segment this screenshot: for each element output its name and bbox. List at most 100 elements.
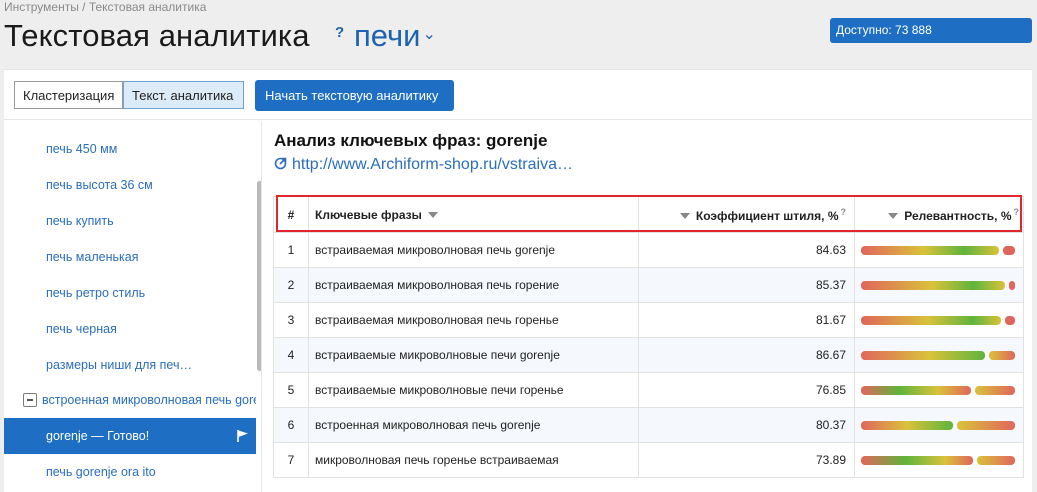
sort-icon[interactable] bbox=[679, 213, 690, 220]
row-number: 5 bbox=[273, 372, 309, 408]
main-panel: Кластеризация Текст. аналитика Начать те… bbox=[4, 69, 1032, 492]
row-phrase: микроволновая печь горенье встраиваемая bbox=[308, 442, 639, 478]
external-link-icon bbox=[274, 157, 287, 170]
help-icon[interactable]: ? bbox=[841, 207, 847, 217]
table-row[interactable]: 5 встраиваемые микроволновые печи горенье… bbox=[273, 372, 1024, 408]
help-icon[interactable]: ? bbox=[335, 24, 344, 41]
relevance-bar-segment bbox=[861, 316, 1001, 326]
row-coefficient: 81.67 bbox=[638, 302, 855, 338]
row-phrase: встраиваемая микроволновая печь gorenje bbox=[308, 232, 639, 268]
row-number: 2 bbox=[273, 267, 309, 303]
analysis-url-link[interactable]: http://www.Archiform-shop.ru/vstraiva… bbox=[274, 156, 573, 174]
sidebar-group[interactable]: встроенная микроволновая печь gorenje bbox=[4, 382, 256, 418]
sort-icon[interactable] bbox=[888, 213, 899, 220]
relevance-bar bbox=[861, 418, 1017, 432]
column-phrase[interactable]: Ключевые фразы bbox=[308, 196, 639, 233]
relevance-bar bbox=[861, 383, 1017, 397]
row-number: 7 bbox=[273, 442, 309, 478]
flag-icon bbox=[237, 430, 248, 442]
row-coefficient: 86.67 bbox=[638, 337, 855, 373]
relevance-bar-segment bbox=[861, 456, 973, 466]
project-name: печи bbox=[354, 18, 421, 53]
start-text-analytics-button[interactable]: Начать текстовую аналитику bbox=[255, 80, 454, 111]
sidebar-item[interactable]: печь 450 мм bbox=[4, 131, 256, 167]
row-phrase: встраиваемые микроволновые печи gorenje bbox=[308, 337, 639, 373]
analysis-content: Анализ ключевых фраз: gorenje http://www… bbox=[273, 121, 1025, 492]
row-phrase: встроенная микроволновая печь gorenje bbox=[308, 407, 639, 443]
sidebar-item[interactable]: размеры ниши для печ… bbox=[4, 347, 256, 383]
row-relevance bbox=[854, 267, 1024, 303]
page-title: Текстовая аналитика bbox=[4, 18, 310, 53]
relevance-bar-segment bbox=[861, 386, 971, 396]
row-relevance bbox=[854, 337, 1024, 373]
relevance-bar-segment bbox=[957, 421, 1015, 431]
row-phrase: встраиваемая микроволновая печь горение bbox=[308, 267, 639, 303]
project-selector[interactable]: печи ⌄ bbox=[354, 18, 436, 54]
relevance-bar bbox=[861, 348, 1017, 362]
sidebar-item[interactable]: печь маленькая bbox=[4, 239, 256, 275]
relevance-bar bbox=[861, 453, 1017, 467]
column-phrase-label: Ключевые фразы bbox=[315, 207, 422, 222]
breadcrumb[interactable]: Инструменты / Текстовая аналитика bbox=[4, 0, 206, 14]
column-coefficient[interactable]: Коэффициент штиля, %? bbox=[638, 196, 855, 233]
row-coefficient: 80.37 bbox=[638, 407, 855, 443]
chevron-down-icon: ⌄ bbox=[422, 25, 436, 43]
relevance-bar-segment bbox=[975, 386, 1015, 396]
available-balance-badge: Доступно: 73 888 bbox=[830, 18, 1032, 43]
sidebar: печь 450 мм печь высота 36 см печь купит… bbox=[4, 121, 262, 492]
column-relevance-label: Релевантность, % bbox=[904, 208, 1012, 223]
sidebar-item[interactable]: печь gorenje ora ito bbox=[4, 454, 256, 490]
analysis-url: http://www.Archiform-shop.ru/vstraiva… bbox=[292, 156, 573, 173]
sort-icon[interactable] bbox=[427, 212, 438, 219]
sidebar-group-label: встроенная микроволновая печь gorenje bbox=[42, 393, 256, 407]
table-header: # Ключевые фразы Коэффициент штиля, %? Р… bbox=[273, 196, 1024, 233]
relevance-bar bbox=[861, 243, 1017, 257]
toolbar: Кластеризация Текст. аналитика Начать те… bbox=[4, 70, 1032, 120]
analysis-title: Анализ ключевых фраз: gorenje bbox=[274, 131, 548, 150]
sidebar-item[interactable]: печь черная bbox=[4, 311, 256, 347]
table-row[interactable]: 4 встраиваемые микроволновые печи gorenje… bbox=[273, 337, 1024, 373]
sidebar-scrollbar[interactable] bbox=[257, 181, 261, 371]
relevance-bar-segment bbox=[1003, 246, 1015, 256]
column-number: # bbox=[273, 196, 309, 233]
relevance-bar-segment bbox=[977, 456, 1015, 466]
row-relevance bbox=[854, 442, 1024, 478]
table-row[interactable]: 2 встраиваемая микроволновая печь горение… bbox=[273, 267, 1024, 303]
relevance-bar-segment bbox=[989, 351, 1015, 361]
sidebar-item-active[interactable]: gorenje — Готово! bbox=[4, 418, 256, 454]
relevance-bar-segment bbox=[1005, 316, 1015, 326]
row-coefficient: 84.63 bbox=[638, 232, 855, 268]
sidebar-item[interactable]: печь ретро стиль bbox=[4, 275, 256, 311]
sidebar-item[interactable]: печь купить bbox=[4, 203, 256, 239]
row-phrase: встраиваемая микроволновая печь горенье bbox=[308, 302, 639, 338]
row-number: 1 bbox=[273, 232, 309, 268]
relevance-bar bbox=[861, 313, 1017, 327]
sidebar-item[interactable]: печь высота 36 см bbox=[4, 167, 256, 203]
tab-clustering[interactable]: Кластеризация bbox=[14, 81, 123, 109]
relevance-bar-segment bbox=[861, 351, 985, 361]
row-coefficient: 76.85 bbox=[638, 372, 855, 408]
table-row[interactable]: 7 микроволновая печь горенье встраиваемая… bbox=[273, 442, 1024, 478]
row-relevance bbox=[854, 232, 1024, 268]
relevance-bar-segment bbox=[861, 246, 999, 256]
keyphrase-table: # Ключевые фразы Коэффициент штиля, %? Р… bbox=[273, 196, 1024, 478]
relevance-bar-segment bbox=[861, 421, 953, 431]
tab-text-analytics[interactable]: Текст. аналитика bbox=[123, 81, 244, 109]
row-number: 3 bbox=[273, 302, 309, 338]
table-row[interactable]: 3 встраиваемая микроволновая печь горенье… bbox=[273, 302, 1024, 338]
relevance-bar-segment bbox=[861, 281, 1005, 291]
row-number: 6 bbox=[273, 407, 309, 443]
row-coefficient: 85.37 bbox=[638, 267, 855, 303]
column-coefficient-label: Коэффициент штиля, % bbox=[695, 208, 839, 223]
table-row[interactable]: 1 встраиваемая микроволновая печь gorenje… bbox=[273, 232, 1024, 268]
relevance-bar bbox=[861, 278, 1017, 292]
table-row[interactable]: 6 встроенная микроволновая печь gorenje 80… bbox=[273, 407, 1024, 443]
collapse-icon[interactable] bbox=[23, 393, 37, 407]
row-number: 4 bbox=[273, 337, 309, 373]
column-relevance[interactable]: Релевантность, %? bbox=[854, 196, 1024, 233]
row-relevance bbox=[854, 407, 1024, 443]
row-phrase: встраиваемые микроволновые печи горенье bbox=[308, 372, 639, 408]
row-relevance bbox=[854, 302, 1024, 338]
sidebar-item-label: gorenje — Готово! bbox=[46, 429, 150, 443]
help-icon[interactable]: ? bbox=[1014, 207, 1020, 217]
